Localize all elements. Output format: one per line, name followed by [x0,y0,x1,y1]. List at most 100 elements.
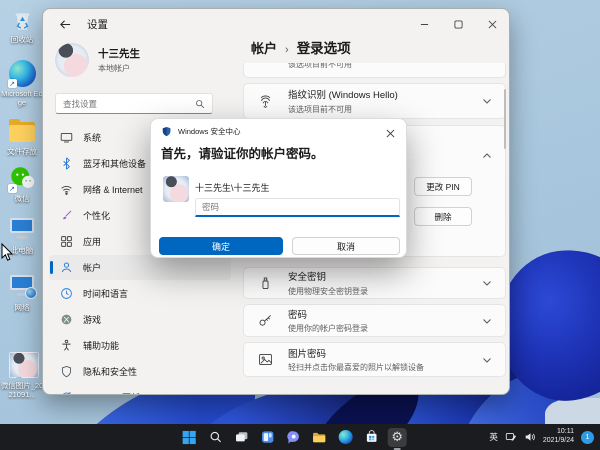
system-tray: 英 10:11 2021/9/24 1 [489,424,594,450]
recycle-bin-icon [9,6,36,33]
chevron-down-icon[interactable] [481,354,493,366]
page-title: 登录选项 [297,37,351,57]
gear-icon: ⚙ [391,431,403,444]
edge-icon: ↗ [9,60,36,87]
row-title: 密码 [288,307,481,321]
sidebar-item-time-language[interactable]: 时间和语言 [49,281,231,306]
scrollbar[interactable] [504,89,506,149]
windows-security-dialog: Windows 安全中心 首先，请验证你的帐户密码。 十三先生\十三先生 确定 … [150,118,407,258]
monitor-icon [59,131,73,145]
card-password[interactable]: 密码 使用你的帐户密码登录 [243,304,506,337]
card-fingerprint[interactable]: 指纹识别 (Windows Hello) 该选项目前不可用 [243,83,506,119]
bluetooth-icon [59,157,73,171]
cancel-button[interactable]: 取消 [292,237,400,255]
image-thumbnail-icon [9,352,36,379]
row-subtitle: 该选项目前不可用 [288,104,481,115]
ok-button[interactable]: 确定 [159,237,283,255]
person-icon [59,261,73,275]
dialog-close-icon[interactable] [384,127,396,139]
desktop-icon-edge[interactable]: ↗ Microsoft Edge [0,60,44,107]
user-profile[interactable]: 十三先生 本地帐户 [55,43,140,77]
desktop: 回收站 ↗ Microsoft Edge 文件存放 ↗ 微信 [0,0,600,450]
shield-icon [59,365,73,379]
close-button[interactable] [475,9,509,39]
search-button[interactable] [206,428,225,447]
chevron-down-icon[interactable] [481,315,493,327]
change-pin-button[interactable]: 更改 PIN [414,177,472,196]
edge-button[interactable] [336,428,355,447]
desktop-icon-label: 网络 [0,303,44,312]
picture-icon [256,351,274,369]
card-security-key[interactable]: 安全密钥 使用物理安全密钥登录 [243,267,506,299]
start-button[interactable] [180,428,199,447]
widgets-button[interactable] [258,428,277,447]
maximize-button[interactable] [441,9,475,39]
clock-icon [59,287,73,301]
desktop-icon-recycle-bin[interactable]: 回收站 [0,6,44,44]
fingerprint-icon [256,92,274,110]
password-input[interactable] [195,198,400,217]
xbox-icon [59,313,73,327]
row-title: 安全密钥 [288,269,481,283]
dialog-avatar [163,176,189,202]
chevron-up-icon[interactable] [481,150,493,162]
card-picture-password[interactable]: 图片密码 轻扫并点击你最喜爱的照片以解锁设备 [243,342,506,377]
desktop-icon-wechat[interactable]: ↗ 微信 [0,165,44,203]
tray-date: 2021/9/24 [543,437,574,446]
task-view-button[interactable] [232,428,251,447]
update-icon [59,391,73,396]
settings-search[interactable] [55,93,213,114]
ime-indicator[interactable]: 英 [489,431,498,443]
row-subtitle: 使用物理安全密钥登录 [288,286,481,297]
tray-time: 10:11 [543,428,574,437]
breadcrumb-separator: › [285,44,289,56]
account-type: 本地帐户 [98,63,140,74]
user-name: 十三先生 [98,46,140,61]
minimize-button[interactable] [407,9,441,39]
chevron-down-icon[interactable] [481,277,493,289]
desktop-icon-label: 微信 [0,194,44,203]
back-button[interactable] [57,16,73,32]
taskbar: ⚙ 英 10:11 2021/9/24 1 [0,424,600,450]
brush-icon [59,209,73,223]
delete-pin-button[interactable]: 删除 [414,207,472,226]
pen-display-icon[interactable] [505,431,517,443]
desktop-icon-folder[interactable]: 文件存放 [0,118,44,156]
wifi-icon [59,183,73,197]
clock[interactable]: 10:11 2021/9/24 [543,428,574,446]
file-explorer-button[interactable] [310,428,329,447]
store-button[interactable] [362,428,381,447]
apps-grid-icon [59,235,73,249]
folder-icon [9,118,36,145]
chat-button[interactable] [284,428,303,447]
shortcut-arrow-icon: ↗ [8,184,17,193]
sidebar-item-windows-update[interactable]: Windows 更新 [49,385,231,395]
chevron-down-icon[interactable] [481,95,493,107]
sidebar-item-accounts[interactable]: 帐户 [49,255,231,280]
dialog-heading: 首先，请验证你的帐户密码。 [161,143,324,162]
sidebar-item-accessibility[interactable]: 辅助功能 [49,333,231,358]
accessibility-icon [59,339,73,353]
avatar [55,43,89,77]
notification-badge[interactable]: 1 [581,431,594,444]
card-clipped-row[interactable]: 该选项目前不可用 [243,63,506,78]
window-title: 设置 [87,17,108,32]
settings-taskbar-button[interactable]: ⚙ [388,428,407,447]
key-icon [256,312,274,330]
speaker-icon[interactable] [524,431,536,443]
sidebar-item-gaming[interactable]: 游戏 [49,307,231,332]
sidebar-item-privacy-security[interactable]: 隐私和安全性 [49,359,231,384]
desktop-icon-network[interactable]: 网络 [0,274,44,312]
desktop-icon-label: 微信图片_2021091... [0,381,44,399]
desktop-icon-label: 回收站 [0,35,44,44]
breadcrumb-parent[interactable]: 帐户 [251,38,277,57]
mouse-cursor [0,243,14,263]
desktop-icon-wechat-image[interactable]: 微信图片_2021091... [0,352,44,399]
row-title: 图片密码 [288,346,481,360]
search-input[interactable] [56,99,195,109]
usb-key-icon [256,274,274,292]
breadcrumb: 帐户 › 登录选项 [251,37,351,57]
desktop-icon-label: Microsoft Edge [0,89,44,107]
wechat-icon: ↗ [9,165,36,192]
security-shield-icon [161,126,172,137]
